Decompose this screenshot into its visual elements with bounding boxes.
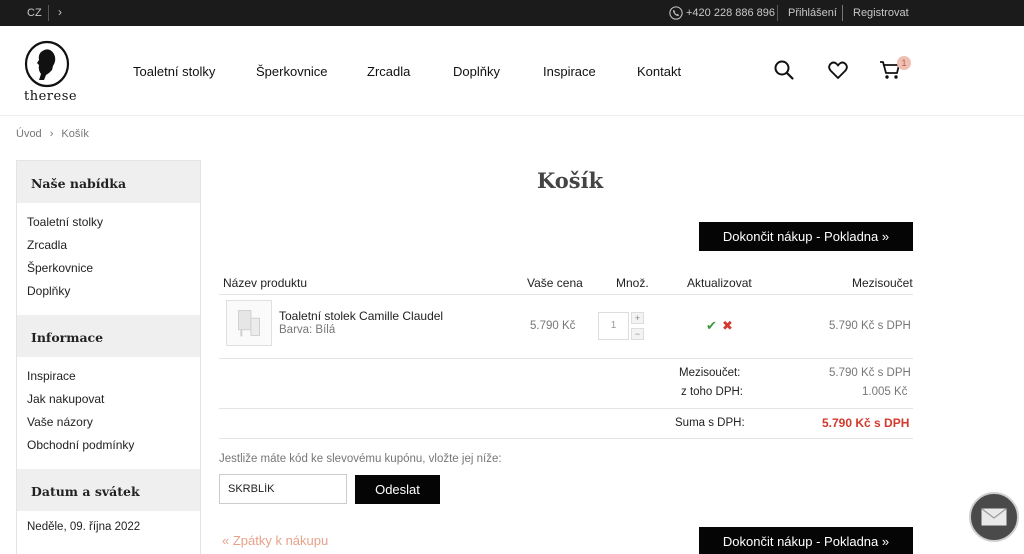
checkout-button-bottom[interactable]: Dokončit nákup - Pokladna » xyxy=(699,527,913,554)
breadcrumb-home[interactable]: Úvod xyxy=(16,128,42,140)
register-link[interactable]: Registrovat xyxy=(853,7,909,19)
column-header-price: Vaše cena xyxy=(527,276,583,290)
quantity-decrease-icon[interactable]: − xyxy=(631,328,644,340)
product-price: 5.790 Kč xyxy=(530,320,576,332)
phone-icon xyxy=(669,6,683,20)
sidebar-offer-title: Naše nabídka xyxy=(17,161,200,203)
summary-total-value: 5.790 Kč s DPH xyxy=(822,416,910,430)
page-title: Košík xyxy=(537,168,604,193)
sidebar: Naše nabídka Toaletní stolky Zrcadla Špe… xyxy=(16,160,201,554)
nav-item-sperkovnice[interactable]: Šperkovnice xyxy=(256,64,328,79)
logo-text[interactable]: therese xyxy=(24,89,77,104)
sidebar-info-list: Inspirace Jak nakupovat Vaše názory Obch… xyxy=(17,357,200,469)
sidebar-item-toaletni-stolky[interactable]: Toaletní stolky xyxy=(27,215,200,238)
divider xyxy=(219,358,913,359)
summary-subtotal-label: Mezisoučet: xyxy=(679,367,741,379)
nav-item-kontakt[interactable]: Kontakt xyxy=(637,64,681,79)
product-name-link[interactable]: Toaletní stolek Camille Claudel xyxy=(279,309,443,323)
column-header-qty: Množ. xyxy=(616,276,649,290)
column-header-update: Aktualizovat xyxy=(687,276,752,290)
envelope-icon xyxy=(981,508,1007,526)
top-bar: CZ › +420 228 886 896 Přihlášení Registr… xyxy=(0,0,1024,26)
column-header-subtotal: Mezisoučet xyxy=(852,276,913,290)
nav-item-toaletni-stolky[interactable]: Toaletní stolky xyxy=(133,64,215,79)
chevron-right-icon: › xyxy=(49,128,54,140)
coupon-submit-button[interactable]: Odeslat xyxy=(355,475,440,504)
nav-item-zrcadla[interactable]: Zrcadla xyxy=(367,64,410,79)
quantity-input[interactable]: 1 xyxy=(598,312,629,340)
divider xyxy=(219,294,913,295)
breadcrumb-current: Košík xyxy=(61,128,89,140)
language-switch[interactable]: CZ xyxy=(27,7,42,19)
divider xyxy=(842,5,843,21)
coupon-input[interactable] xyxy=(219,474,347,504)
sidebar-offer-list: Toaletní stolky Zrcadla Šperkovnice Dopl… xyxy=(17,203,200,315)
sidebar-item-doplnky[interactable]: Doplňky xyxy=(27,284,200,307)
cart-count-badge: 1 xyxy=(897,56,911,70)
product-thumbnail[interactable] xyxy=(226,300,272,346)
product-subtotal: 5.790 Kč s DPH xyxy=(829,320,911,332)
heart-icon[interactable] xyxy=(827,59,849,81)
checkout-button-top[interactable]: Dokončit nákup - Pokladna » xyxy=(699,222,913,251)
sidebar-item-sperkovnice[interactable]: Šperkovnice xyxy=(27,261,200,284)
back-to-shop-link[interactable]: « Zpátky k nákupu xyxy=(222,533,328,548)
sidebar-item-vase-nazory[interactable]: Vaše názory xyxy=(27,415,200,438)
remove-x-icon[interactable]: ✖ xyxy=(722,318,733,334)
checkmark-icon[interactable]: ✔ xyxy=(706,318,717,334)
summary-vat-label: z toho DPH: xyxy=(681,386,743,398)
nav-item-inspirace[interactable]: Inspirace xyxy=(543,64,596,79)
divider xyxy=(219,408,913,409)
summary-vat-value: 1.005 Kč xyxy=(862,386,908,398)
sidebar-item-inspirace[interactable]: Inspirace xyxy=(27,369,200,392)
quantity-increase-icon[interactable]: + xyxy=(631,312,644,324)
search-icon[interactable] xyxy=(773,59,795,81)
chevron-right-icon[interactable]: › xyxy=(58,5,62,19)
summary-subtotal-value: 5.790 Kč s DPH xyxy=(829,367,911,379)
nav-item-doplnky[interactable]: Doplňky xyxy=(453,64,500,79)
sidebar-date-title: Datum a svátek xyxy=(17,469,200,511)
site-header: therese Toaletní stolky Šperkovnice Zrca… xyxy=(0,26,1024,116)
sidebar-item-obchodni-podminky[interactable]: Obchodní podmínky xyxy=(27,438,200,461)
summary-total-label: Suma s DPH: xyxy=(675,417,745,429)
phone-number[interactable]: +420 228 886 896 xyxy=(686,7,775,19)
sidebar-date-value: Neděle, 09. října 2022 xyxy=(27,521,141,533)
divider xyxy=(777,5,778,21)
divider xyxy=(219,438,913,439)
divider xyxy=(48,5,49,21)
product-variant: Barva: Bílá xyxy=(279,324,336,336)
sidebar-item-zrcadla[interactable]: Zrcadla xyxy=(27,238,200,261)
column-header-name: Název produktu xyxy=(223,276,308,290)
login-link[interactable]: Přihlášení xyxy=(788,7,837,19)
coupon-instruction: Jestliže máte kód ke slevovému kupónu, v… xyxy=(219,453,502,465)
breadcrumb: Úvod › Košík xyxy=(16,128,89,140)
sidebar-info-title: Informace xyxy=(17,315,200,357)
chat-widget[interactable] xyxy=(969,492,1019,542)
sidebar-item-jak-nakupovat[interactable]: Jak nakupovat xyxy=(27,392,200,415)
